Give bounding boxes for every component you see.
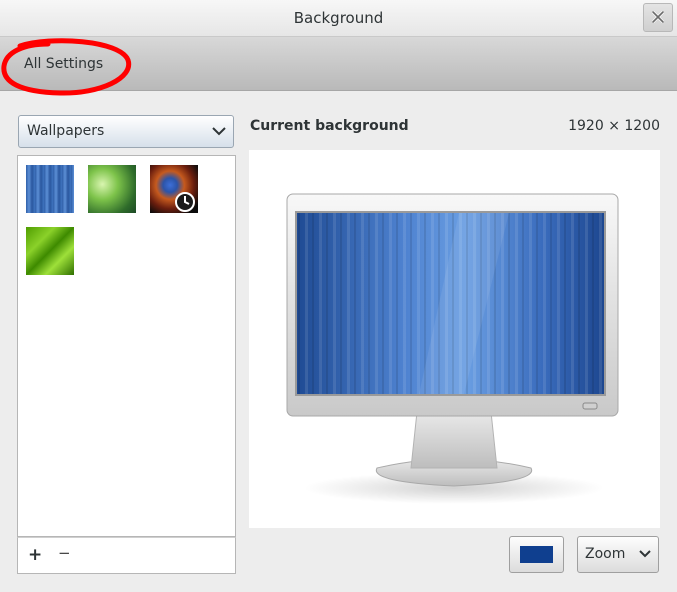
color-swatch [520, 546, 553, 563]
chevron-down-icon [212, 127, 226, 136]
window-title: Background [293, 9, 384, 27]
wallpaper-source-select[interactable]: Wallpapers [18, 115, 234, 148]
title-bar: Background [0, 0, 677, 37]
background-color-button[interactable] [509, 536, 564, 573]
current-background-label: Current background [250, 118, 409, 134]
resolution-label: 1920 × 1200 [568, 118, 660, 134]
wallpaper-thumb-blue-stripes[interactable] [26, 165, 74, 213]
wallpaper-list-toolbar: + − [17, 537, 236, 574]
chevron-down-icon [639, 550, 651, 558]
add-wallpaper-button[interactable]: + [28, 545, 42, 565]
monitor-preview-image [286, 193, 619, 504]
toolbar: All Settings [0, 37, 677, 91]
all-settings-button[interactable]: All Settings [24, 56, 103, 72]
close-icon [652, 11, 664, 23]
close-button[interactable] [643, 3, 673, 32]
placement-value: Zoom [585, 546, 626, 562]
background-preview [249, 150, 660, 528]
clock-icon [175, 192, 195, 212]
wallpaper-thumb-green-bokeh[interactable] [88, 165, 136, 213]
wallpaper-list [17, 155, 236, 537]
wallpaper-thumb-green-leaf[interactable] [26, 227, 74, 275]
wallpaper-source-value: Wallpapers [27, 123, 105, 139]
placement-select[interactable]: Zoom [577, 536, 659, 573]
remove-wallpaper-button[interactable]: − [58, 544, 71, 562]
